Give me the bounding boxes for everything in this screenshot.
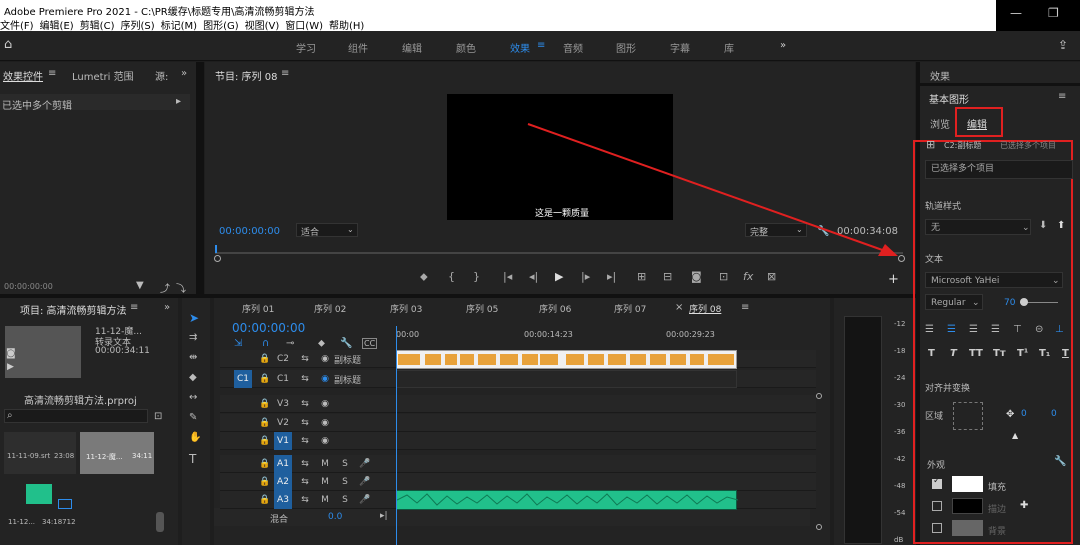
annotation-arrow [527, 123, 898, 256]
